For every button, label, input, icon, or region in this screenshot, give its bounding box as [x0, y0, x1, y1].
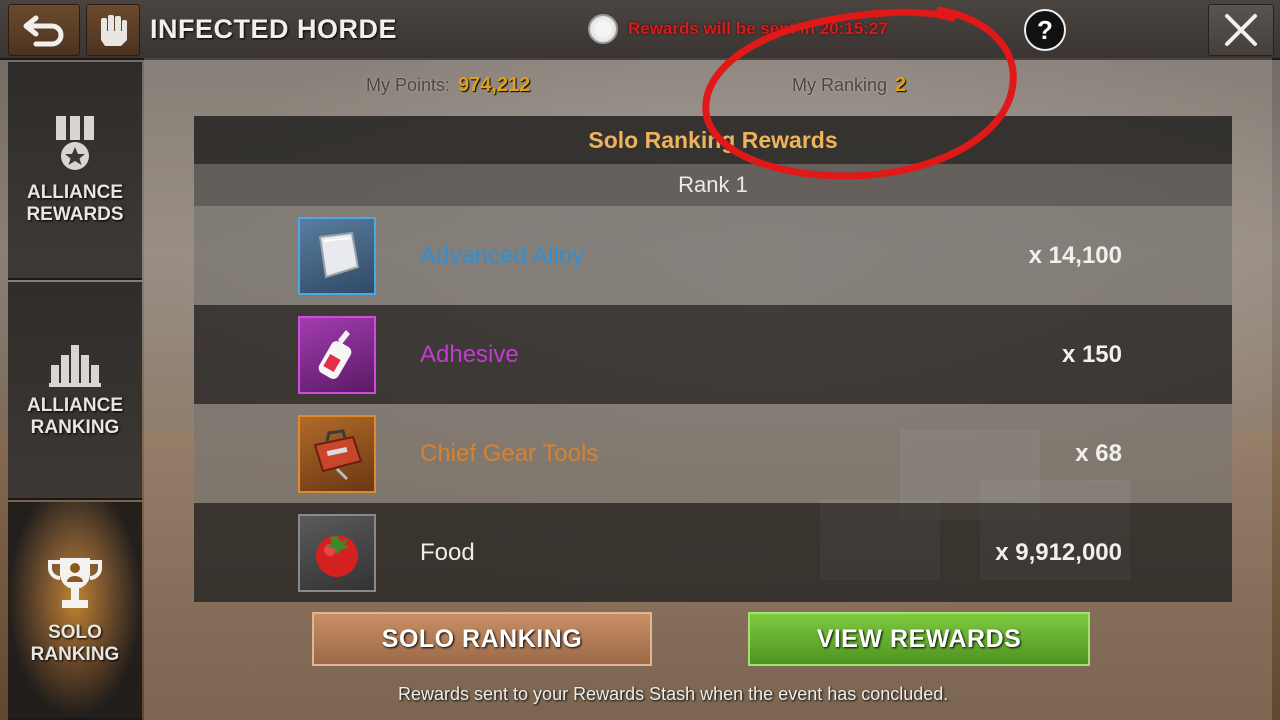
- top-bar: INFECTED HORDE Rewards will be sent in 2…: [0, 0, 1280, 60]
- reward-item-icon[interactable]: [298, 216, 376, 295]
- my-ranking-label: My Ranking: [792, 75, 888, 95]
- my-points: My Points: 974,212: [366, 74, 530, 97]
- reward-item-name: Advanced Alloy: [420, 241, 585, 269]
- reward-item-icon[interactable]: [298, 513, 376, 592]
- toolbox-icon: [313, 428, 363, 480]
- footer-note: Rewards sent to your Rewards Stash when …: [398, 684, 949, 704]
- sidebar-item-alliance-ranking[interactable]: ALLIANCE RANKING: [8, 282, 142, 500]
- ranking-bars-icon: [49, 345, 101, 387]
- sidebar-item-label: ALLIANCE REWARDS: [26, 182, 124, 225]
- back-button[interactable]: [8, 4, 80, 56]
- reward-item-qty: x 9,912,000: [995, 538, 1122, 566]
- close-x-icon: [1225, 14, 1257, 46]
- reward-item-qty: x 150: [1061, 340, 1122, 368]
- rank-label: Rank 1: [194, 164, 1232, 206]
- help-button[interactable]: ?: [1024, 9, 1066, 51]
- rewards-heading: Solo Ranking Rewards: [194, 116, 1232, 164]
- glue-bottle-icon: [318, 329, 352, 379]
- tomato-icon: [316, 534, 358, 577]
- my-points-value: 974,212: [458, 74, 531, 96]
- alloy-plate-icon: [318, 231, 360, 278]
- my-points-label: My Points:: [366, 75, 451, 95]
- reward-item-icon[interactable]: [298, 414, 376, 493]
- sidebar: ALLIANCE REWARDS ALLIANCE RANKING SOLO R…: [8, 62, 142, 720]
- reward-item-name: Food: [420, 538, 475, 566]
- event-title: INFECTED HORDE: [150, 14, 398, 44]
- medal-icon: [56, 116, 94, 170]
- my-ranking: My Ranking 2: [792, 74, 906, 97]
- reward-timer: Rewards will be sent in 20:15:27: [628, 19, 888, 38]
- trophy-icon: [48, 558, 102, 608]
- event-badge: [86, 4, 140, 56]
- reward-item-qty: x 14,100: [1028, 241, 1122, 269]
- rewards-table: Solo Ranking Rewards Rank 1 Advanced All…: [194, 116, 1232, 602]
- sidebar-item-label: ALLIANCE RANKING: [26, 395, 124, 438]
- sidebar-item-label: SOLO RANKING: [30, 622, 120, 665]
- reward-item-name: Chief Gear Tools: [420, 439, 599, 467]
- sidebar-item-solo-ranking[interactable]: SOLO RANKING: [8, 502, 142, 720]
- my-ranking-value: 2: [895, 74, 907, 96]
- reward-row: Advanced Alloy x 14,100: [194, 206, 1232, 305]
- fist-icon: [101, 15, 127, 46]
- clock-icon: [588, 14, 618, 44]
- reward-row: Adhesive x 150: [194, 305, 1232, 404]
- view-rewards-button[interactable]: VIEW REWARDS: [748, 612, 1090, 666]
- reward-row: Food x 9,912,000: [194, 503, 1232, 602]
- solo-ranking-button[interactable]: SOLO RANKING: [312, 612, 652, 666]
- reward-row: Chief Gear Tools x 68: [194, 404, 1232, 503]
- sidebar-item-alliance-rewards[interactable]: ALLIANCE REWARDS: [8, 62, 142, 280]
- close-button[interactable]: [1208, 4, 1274, 56]
- reward-item-icon[interactable]: [298, 315, 376, 394]
- back-arrow-icon: [23, 15, 64, 47]
- reward-item-qty: x 68: [1075, 439, 1122, 467]
- reward-item-name: Adhesive: [420, 340, 519, 368]
